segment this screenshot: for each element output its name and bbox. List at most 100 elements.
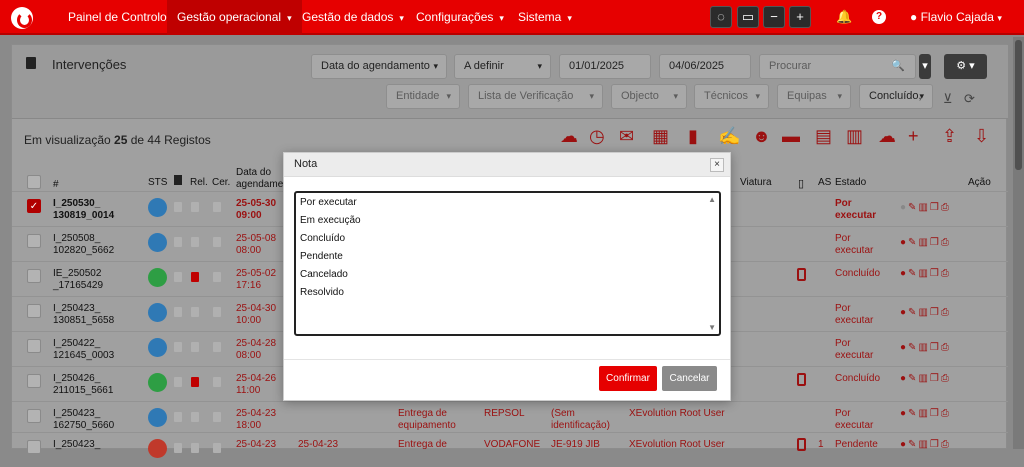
edit-icon[interactable]: ✎ [908,307,918,318]
trash-icon[interactable]: ▥ [918,408,929,419]
row-checkbox[interactable] [27,304,41,318]
edit-icon[interactable]: ✎ [908,373,918,384]
date-to-input[interactable]: 04/06/2025 [659,54,751,79]
print-icon[interactable]: ⎙ [941,439,951,450]
user-icon[interactable]: ● [900,237,908,248]
close-icon[interactable]: × [710,158,724,172]
row-actions[interactable]: ●✎▥❐⎙ [900,342,951,353]
row-actions[interactable]: ●✎▥❐⎙ [900,373,951,384]
copy-icon[interactable]: ❐ [930,268,941,279]
excel-file-icon[interactable]: ▤ [815,126,832,146]
col-cer[interactable]: Cer. [212,177,230,188]
row-checkbox[interactable] [27,440,41,454]
col-date-line1[interactable]: Data do [236,167,271,178]
bell-icon[interactable]: 🔔 [836,9,852,25]
row-checkbox[interactable]: ✓ [27,199,41,213]
table-row[interactable]: I_250423_ 162750_5660 25-04-23 18:00 Entre… [12,401,1008,436]
row-checkbox[interactable] [27,269,41,283]
entity-filter[interactable]: Entidade [386,84,460,109]
copy-icon[interactable]: ❐ [930,342,941,353]
map-icon[interactable]: ▦ [652,126,669,146]
row-actions[interactable]: ●✎▥❐⎙ [900,268,951,279]
search-options-button[interactable]: ▾ [919,54,931,79]
print-icon[interactable]: ⎙ [941,408,951,419]
signature-icon[interactable]: ✍ [718,126,740,146]
user-icon[interactable]: ● [900,342,908,353]
object-filter[interactable]: Objecto [611,84,687,109]
chat-icon[interactable]: ◌ [710,6,732,28]
edit-icon[interactable]: ✎ [908,342,918,353]
refresh-icon[interactable]: ⟳ [964,91,975,107]
trash-icon[interactable]: ▥ [918,373,929,384]
nav-operational-management[interactable]: Gestão operacional [167,0,302,35]
scroll-down-icon[interactable]: ▼ [708,323,716,332]
clock-icon[interactable]: ◷ [589,126,605,146]
upload-icon[interactable]: ⇪ [942,126,957,146]
print-icon[interactable]: ⎙ [941,307,951,318]
row-checkbox[interactable] [27,234,41,248]
cloud-add-icon[interactable]: ☁ [878,126,896,146]
row-id[interactable]: I_250426_ 211015_5661 [53,373,113,397]
row-actions[interactable]: ●✎▥❐⎙ [900,237,951,248]
status-filter[interactable]: Concluído, [859,84,933,109]
nav-dashboard[interactable]: Painel de Controlo [58,0,177,35]
report-pdf-icon[interactable] [191,377,199,387]
user-icon[interactable]: ● [900,307,908,318]
user-icon[interactable]: ● [900,408,908,419]
row-actions[interactable]: ●✎▥❐⎙ [900,439,951,450]
users-icon[interactable]: ☻ [752,126,771,146]
date-from-input[interactable]: 01/01/2025 [559,54,651,79]
row-checkbox[interactable] [27,409,41,423]
id-card-icon[interactable]: ▭ [737,6,759,28]
row-actions[interactable]: ●✎▥❐⎙ [900,408,951,419]
teams-filter[interactable]: Equipas [777,84,851,109]
table-row[interactable]: I_250423_ 25-04-23 25-04-23 Entrega de V… [12,432,1008,467]
trash-icon[interactable]: ▥ [918,202,929,213]
scroll-up-icon[interactable]: ▲ [708,195,716,204]
print-icon[interactable]: ⎙ [941,342,951,353]
add-icon[interactable]: + [908,126,919,146]
row-id[interactable]: I_250530_ 130819_0014 [53,198,114,222]
checklist-filter[interactable]: Lista de Verificação [468,84,603,109]
row-id[interactable]: I_250423_ [53,439,100,451]
gear-icon[interactable]: ⚙ ▾ [944,54,987,79]
search-input[interactable]: Procurar 🔍 [759,54,916,79]
edit-icon[interactable]: ✎ [908,237,918,248]
status-option[interactable]: Concluído [300,233,345,244]
trash-icon[interactable]: ▥ [846,126,863,146]
select-all-checkbox[interactable] [27,175,41,189]
edit-icon[interactable]: ✎ [908,408,918,419]
col-id[interactable]: # [53,179,59,190]
zoom-out-button[interactable]: − [763,6,785,28]
report-pdf-icon[interactable] [191,272,199,282]
row-id[interactable]: IE_250502 _17165429 [53,268,103,292]
trash-icon[interactable]: ▥ [918,307,929,318]
envelope-icon[interactable]: ✉ [619,126,634,146]
status-option[interactable]: Pendente [300,251,343,262]
row-checkbox[interactable] [27,339,41,353]
col-rel[interactable]: Rel. [190,177,208,188]
copy-icon[interactable]: ❐ [930,439,941,450]
row-id[interactable]: I_250423_ 162750_5660 [53,408,114,432]
trash-icon[interactable]: ▥ [918,439,929,450]
copy-icon[interactable]: ❐ [930,237,941,248]
col-vehicle[interactable]: Viatura [740,177,772,188]
row-checkbox[interactable] [27,374,41,388]
download-icon[interactable]: ⇩ [974,126,989,146]
print-icon[interactable]: ⎙ [941,202,951,213]
copy-icon[interactable]: ❐ [930,307,941,318]
date-field-select[interactable]: Data do agendamento [311,54,447,79]
col-as[interactable]: AS [818,177,831,188]
cloud-upload-icon[interactable]: ☁ [560,126,578,146]
print-icon[interactable]: ⎙ [941,268,951,279]
cancel-button[interactable]: Cancelar [662,366,717,391]
copy-icon[interactable]: ❐ [930,408,941,419]
nav-system[interactable]: Sistema [508,0,582,35]
edit-icon[interactable]: ✎ [908,268,918,279]
status-listbox[interactable]: Por executar Em execução Concluído Pende… [294,191,721,336]
col-state[interactable]: Estado [835,177,866,188]
clear-filter-icon[interactable]: ⊻ [943,91,953,107]
print-icon[interactable]: ⎙ [941,237,951,248]
user-menu[interactable]: ● Flavio Cajada ▾ [910,0,1002,36]
row-id[interactable]: I_250423_ 130851_5658 [53,303,114,327]
